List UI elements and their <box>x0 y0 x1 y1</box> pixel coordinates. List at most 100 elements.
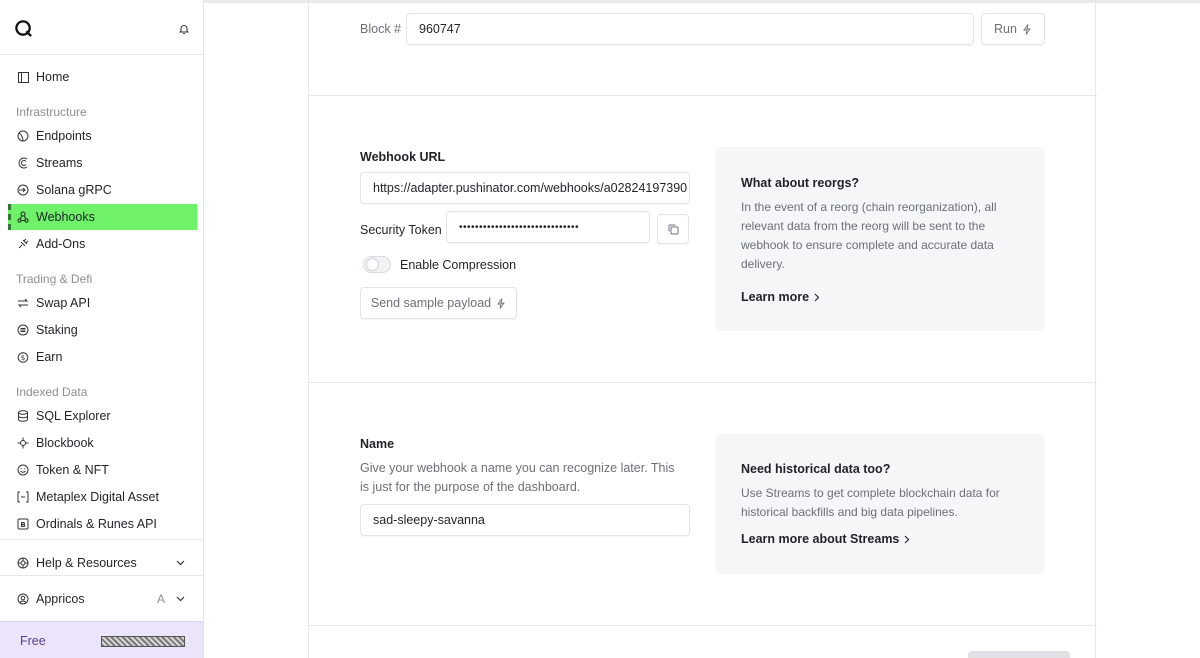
plan-usage-bar <box>101 636 185 647</box>
learn-more-streams-link[interactable]: Learn more about Streams <box>741 532 910 546</box>
reorg-info-title: What about reorgs? <box>741 176 860 190</box>
sidebar-item-streams[interactable]: Streams <box>8 150 197 176</box>
lifebuoy-icon <box>17 557 29 569</box>
sidebar-item-label: Earn <box>36 350 63 364</box>
sidebar-item-solana-grpc[interactable]: Solana gRPC <box>8 177 197 203</box>
streams-icon <box>17 157 29 169</box>
send-sample-payload-button[interactable]: Send sample payload <box>360 287 517 319</box>
sidebar-item-sql-explorer[interactable]: SQL Explorer <box>8 403 197 429</box>
section-divider <box>309 382 1097 383</box>
account-avatar: A <box>157 592 166 606</box>
run-button[interactable]: Run <box>981 13 1045 45</box>
sidebar-divider <box>0 575 203 576</box>
chevron-right-icon <box>905 535 910 543</box>
historical-info-box: Need historical data too? Use Streams to… <box>715 434 1045 574</box>
compression-toggle[interactable] <box>363 256 391 273</box>
addons-icon <box>17 238 29 250</box>
webhooks-icon <box>17 211 29 223</box>
webhook-url-label: Webhook URL <box>360 150 446 164</box>
metaplex-icon <box>17 491 29 503</box>
security-token-input[interactable]: •••••••••••••••••••••••••••••• <box>446 211 650 243</box>
quicknode-logo-icon[interactable] <box>14 19 33 38</box>
earn-icon: $ <box>17 351 29 363</box>
sidebar-item-blockbook[interactable]: Blockbook <box>8 430 197 456</box>
main-content: Block # 960747 Run Webhook URL https://a… <box>308 0 1097 658</box>
user-circle-icon <box>17 593 29 605</box>
block-number-input[interactable]: 960747 <box>406 13 974 45</box>
sidebar: Home Infrastructure Endpoints Streams So… <box>0 0 204 658</box>
sidebar-item-label: Ordinals & Runes API <box>36 517 157 531</box>
staking-icon <box>17 324 29 336</box>
sidebar-item-label: Streams <box>36 156 83 170</box>
security-token-label: Security Token <box>360 223 442 237</box>
home-icon <box>17 71 29 83</box>
learn-more-streams-label: Learn more about Streams <box>741 532 900 546</box>
sidebar-item-endpoints[interactable]: Endpoints <box>8 123 197 149</box>
svg-text:$: $ <box>21 354 25 362</box>
sidebar-item-label: Endpoints <box>36 129 92 143</box>
plan-usage-panel[interactable]: Free <box>0 621 203 658</box>
sidebar-item-label: Home <box>36 70 70 84</box>
bell-icon[interactable] <box>178 23 190 35</box>
reorg-learn-more-label: Learn more <box>741 290 810 304</box>
compression-label: Enable Compression <box>400 258 517 272</box>
sidebar-item-earn[interactable]: $ Earn <box>8 344 197 370</box>
sidebar-item-label: Swap API <box>36 296 91 310</box>
sidebar-item-label: SQL Explorer <box>36 409 111 423</box>
chevron-down-icon[interactable] <box>176 594 185 603</box>
sidebar-item-label: Solana gRPC <box>36 183 112 197</box>
swap-icon <box>17 297 29 309</box>
token-icon <box>17 464 29 476</box>
lightning-icon <box>497 297 505 309</box>
submit-button-partial[interactable] <box>968 651 1070 658</box>
endpoints-icon <box>17 130 29 142</box>
webhook-url-input[interactable]: https://adapter.pushinator.com/webhooks/… <box>360 172 690 204</box>
sidebar-divider <box>0 539 203 540</box>
account-name: Appricos <box>36 592 85 606</box>
run-button-label: Run <box>994 22 1017 36</box>
copy-icon <box>668 224 678 234</box>
section-divider <box>309 625 1097 626</box>
block-number-label: Block # <box>360 22 401 36</box>
sidebar-header <box>0 0 203 55</box>
historical-info-title: Need historical data too? <box>741 462 891 476</box>
sidebar-item-metaplex[interactable]: Metaplex Digital Asset <box>8 484 197 510</box>
section-divider <box>309 95 1097 96</box>
database-icon <box>17 410 29 422</box>
sidebar-item-staking[interactable]: Staking <box>8 317 197 343</box>
historical-info-body: Use Streams to get complete blockchain d… <box>741 486 1000 519</box>
sidebar-item-home[interactable]: Home <box>8 64 197 90</box>
toggle-knob <box>366 258 379 271</box>
section-label-indexed: Indexed Data <box>16 385 88 399</box>
section-label-trading: Trading & Defi <box>16 272 93 286</box>
reorg-learn-more-link[interactable]: Learn more <box>741 290 820 304</box>
sidebar-item-label: Blockbook <box>36 436 94 450</box>
ordinals-icon: B <box>17 518 29 530</box>
chevron-right-icon <box>814 293 820 301</box>
sidebar-item-token-nft[interactable]: Token & NFT <box>8 457 197 483</box>
sidebar-item-swap-api[interactable]: Swap API <box>8 290 197 316</box>
sidebar-item-label: Token & NFT <box>36 463 109 477</box>
sidebar-item-label: Staking <box>36 323 78 337</box>
section-label-infrastructure: Infrastructure <box>16 105 87 119</box>
blockbook-icon <box>17 437 29 449</box>
send-sample-label: Send sample payload <box>370 296 492 310</box>
sidebar-item-label: Help & Resources <box>36 556 137 570</box>
sidebar-item-label: Metaplex Digital Asset <box>36 490 159 504</box>
reorg-info-box: What about reorgs? In the event of a reo… <box>715 147 1045 331</box>
lightning-icon <box>1023 23 1031 35</box>
chevron-down-icon[interactable] <box>176 558 185 567</box>
grpc-icon <box>17 184 29 196</box>
sidebar-item-help[interactable]: Help & Resources <box>8 550 197 576</box>
webhook-name-input[interactable]: sad-sleepy-savanna <box>360 504 690 536</box>
svg-text:B: B <box>20 521 25 529</box>
sidebar-item-label: Add-Ons <box>36 237 86 251</box>
sidebar-item-label: Webhooks <box>36 210 95 224</box>
copy-token-button[interactable] <box>657 214 689 244</box>
sidebar-item-add-ons[interactable]: Add-Ons <box>8 231 197 257</box>
account-switcher[interactable]: Appricos <box>8 586 197 612</box>
sidebar-item-ordinals[interactable]: B Ordinals & Runes API <box>8 511 197 537</box>
name-label: Name <box>360 437 395 451</box>
sidebar-item-webhooks[interactable]: Webhooks <box>8 204 197 230</box>
reorg-info-body: In the event of a reorg (chain reorganiz… <box>741 200 997 271</box>
